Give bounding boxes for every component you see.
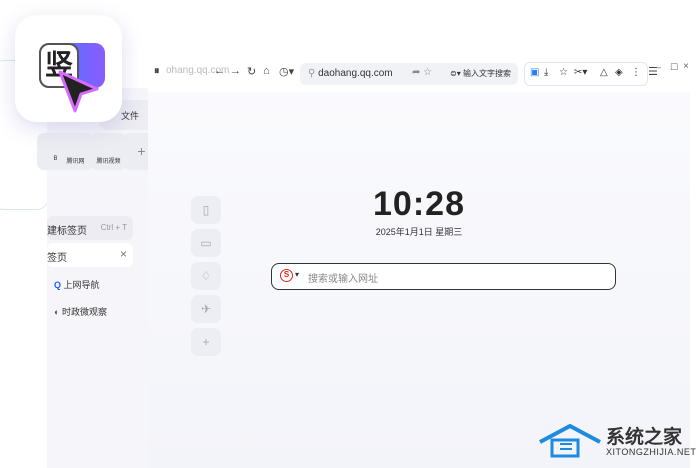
file-label: 文件: [121, 111, 140, 121]
globe-icon: ◐: [54, 307, 60, 317]
house-logo-icon: [539, 424, 601, 458]
home-icon[interactable]: ⌂: [263, 65, 270, 77]
add-icon[interactable]: +: [191, 328, 221, 356]
url-text: daohang.qq.com: [318, 68, 393, 79]
scissors-icon[interactable]: ✂▾: [574, 67, 587, 78]
share-icon[interactable]: ➦ ☆: [412, 67, 432, 78]
clock-date: 2025年1月1日 星期三: [375, 227, 463, 237]
tile-tencent[interactable]: 腾讯网: [57, 133, 94, 170]
menu-daohang[interactable]: Q 上网导航: [54, 278, 140, 291]
menu-label: 签页: [47, 253, 67, 264]
download-icon[interactable]: ⤓: [544, 67, 548, 78]
menu-news[interactable]: ◐ 时政微观察: [54, 305, 140, 318]
send-icon[interactable]: ✈: [191, 295, 221, 323]
tile-video[interactable]: 腾讯视频: [90, 133, 127, 170]
bell-icon[interactable]: ♢: [191, 262, 221, 290]
tile-label: 腾讯视频: [96, 159, 121, 165]
triangle-icon[interactable]: △: [600, 67, 608, 78]
history-icon[interactable]: ◷▾: [279, 65, 294, 78]
maximize-button[interactable]: ☐: [670, 62, 678, 73]
search-box[interactable]: S ▾ 搜索或输入网址: [271, 263, 616, 290]
close-button[interactable]: ×: [683, 61, 689, 72]
plus-icon: +: [137, 143, 146, 159]
search-hint: 输入文字搜索: [462, 69, 511, 78]
reload-icon[interactable]: ↻: [247, 65, 256, 78]
address-bar[interactable]: ⚲ daohang.qq.com ➦ ☆ ⊜▾ 输入文字搜索: [300, 63, 518, 85]
watermark-url: XITONGZHIJIA.NET: [606, 447, 697, 457]
extension-icon[interactable]: ◈: [615, 67, 623, 78]
sogou-icon[interactable]: S: [280, 269, 293, 282]
search-icon: ⚲: [308, 68, 316, 79]
browser-window: ⏸ ohang.qq.com ← → ↻ ⌂ ◷▾ ⚲ daohang.qq.c…: [148, 52, 690, 468]
menu-label: 时政微观察: [61, 307, 107, 317]
menu-label: 建标签页: [47, 226, 87, 237]
shortcut: Ctrl + T: [100, 223, 127, 232]
minimize-button[interactable]: –: [656, 62, 661, 72]
translate-icon[interactable]: ▣: [530, 67, 539, 78]
q-icon: Q: [54, 280, 62, 290]
watermark: 系统之家 XITONGZHIJIA.NET: [538, 420, 698, 466]
extensions-bar: ▣ ⤓ ☆ ✂▾ △ ◈ ⋮: [524, 62, 648, 86]
sidebar-toggle-icon[interactable]: ⏸: [154, 65, 160, 78]
back-icon[interactable]: ←: [214, 65, 225, 77]
chevron-down-icon[interactable]: ▾: [295, 270, 299, 279]
search-engine-icon[interactable]: ⊜▾ 输入文字搜索: [450, 68, 511, 79]
close-icon[interactable]: ×: [120, 247, 127, 261]
toolbar: ⏸ ohang.qq.com ← → ↻ ⌂ ◷▾ ⚲ daohang.qq.c…: [148, 52, 690, 92]
menu-tab[interactable]: 签页 ×: [47, 243, 133, 267]
menu-label: 上网导航: [63, 280, 100, 290]
search-placeholder: 搜索或输入网址: [308, 274, 378, 285]
more-icon[interactable]: ⋮: [631, 67, 641, 78]
star-icon[interactable]: ☆: [559, 67, 568, 78]
menu-new-tab[interactable]: 建标签页 Ctrl + T: [47, 216, 133, 240]
clock-time: 10:28: [373, 185, 465, 223]
tile-label: 腾讯网: [66, 159, 85, 165]
forward-icon[interactable]: →: [230, 65, 241, 77]
app-icon: 竖: [15, 15, 122, 122]
watermark-title: 系统之家: [606, 427, 683, 448]
cursor-icon: [58, 70, 99, 113]
